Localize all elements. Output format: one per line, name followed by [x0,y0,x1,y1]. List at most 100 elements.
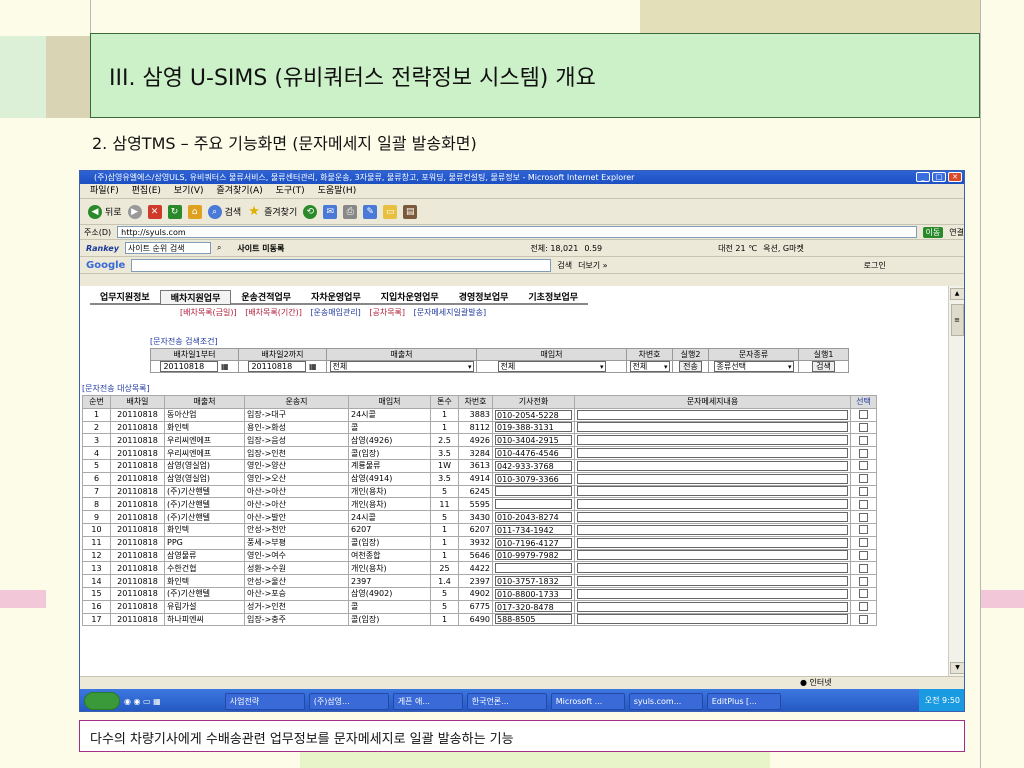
send-button[interactable]: 전송 [679,361,702,372]
driver-phone-input[interactable]: 010-8800-1733 [495,588,572,599]
folder-button[interactable]: ▭ [383,204,398,219]
select-checkbox[interactable] [859,589,868,599]
message-content-input[interactable] [577,614,848,625]
clock[interactable]: 오전 9:50 [925,696,960,705]
rankey-search-input[interactable]: 사이트 순위 검색 [124,242,211,254]
message-content-input[interactable] [577,422,848,433]
select-checkbox[interactable] [859,538,868,548]
nav-item-own-vehicle[interactable]: 자차운영업무 [301,290,371,305]
research-button[interactable]: ▤ [403,204,418,219]
msg-type-select[interactable]: 종류선택 [713,361,794,372]
menu-favorites[interactable]: 즐겨찾기(A) [216,186,262,196]
date-to-input[interactable]: 20110818 [248,361,307,372]
seller-select[interactable]: 전체 [329,361,474,372]
close-button[interactable]: ✕ [948,172,962,182]
select-checkbox[interactable] [859,486,868,496]
message-content-input[interactable] [577,409,848,420]
subnav-purchase[interactable]: [운송매입관리] [310,308,360,317]
mail-button[interactable]: ✉ [323,204,338,219]
forward-button[interactable]: ▶ [127,204,142,219]
rankey-search-icon[interactable]: ⌕ [217,243,221,253]
nav-item-quote[interactable]: 운송견적업무 [231,290,302,305]
links-button[interactable]: 연결 [949,227,964,238]
message-content-input[interactable] [577,550,848,561]
message-content-input[interactable] [577,499,848,510]
select-checkbox[interactable] [859,602,868,612]
calendar-icon[interactable]: ▦ [309,362,317,371]
message-content-input[interactable] [577,601,848,612]
task-0[interactable]: 사업전략 [224,692,305,710]
go-button[interactable]: 이동 [922,226,944,238]
driver-phone-input[interactable]: 019-388-3131 [495,422,572,433]
menu-view[interactable]: 보기(V) [174,186,204,196]
menu-edit[interactable]: 편집(E) [132,186,161,196]
message-content-input[interactable] [577,576,848,587]
buyer-select[interactable]: 전체 [497,361,606,372]
select-checkbox[interactable] [859,614,868,624]
scroll-up-icon[interactable]: ▲ [949,288,964,300]
select-checkbox[interactable] [859,461,868,471]
minimize-button[interactable]: _ [916,172,930,182]
start-button[interactable] [84,692,120,710]
message-content-input[interactable] [577,486,848,497]
select-checkbox[interactable] [859,410,868,420]
message-content-input[interactable] [577,448,848,459]
driver-phone-input[interactable]: 010-2043-8274 [495,512,572,523]
select-checkbox[interactable] [859,525,868,535]
driver-phone-input[interactable]: 010-9979-7982 [495,550,572,561]
back-button[interactable]: ◀ 뒤로 [88,204,122,219]
subnav-bulk-sms[interactable]: [문자메세지일괄발송] [414,308,486,317]
nav-item-management[interactable]: 경영정보업무 [448,290,519,305]
date-from-input[interactable]: 20110818 [160,361,219,372]
driver-phone-input[interactable] [495,563,572,574]
task-4[interactable]: Microsoft ... [550,692,625,710]
task-2[interactable]: 게픈 애... [392,692,463,710]
message-content-input[interactable] [577,512,848,523]
menu-help[interactable]: 도움말(H) [318,186,357,196]
select-checkbox[interactable] [859,550,868,560]
driver-phone-input[interactable] [495,486,572,497]
google-search-input[interactable] [131,258,552,272]
window-titlebar[interactable]: (주)삼영유엘에스/삼영ULS, 유비쿼터스 물류서비스, 물류센터관리, 화물… [80,171,964,184]
driver-phone-input[interactable]: 011-734-1942 [495,524,572,535]
message-content-input[interactable] [577,473,848,484]
driver-phone-input[interactable]: 010-3079-3366 [495,473,572,484]
task-5[interactable]: syuls.com... [628,692,703,710]
menu-file[interactable]: 파일(F) [90,186,119,196]
address-input[interactable]: http://syuls.com [117,226,917,238]
select-checkbox[interactable] [859,435,868,445]
maximize-button[interactable]: □ [932,172,946,182]
message-content-input[interactable] [577,435,848,446]
select-checkbox[interactable] [859,448,868,458]
menu-tools[interactable]: 도구(T) [276,186,305,196]
task-3[interactable]: 한국언론... [466,692,547,710]
scroll-thumb[interactable]: ≡ [950,304,964,336]
message-content-input[interactable] [577,524,848,535]
driver-phone-input[interactable]: 588-8505 [495,614,572,625]
search-button[interactable]: ⌕ 검색 [207,204,241,219]
edit-button[interactable]: ✎ [363,204,378,219]
google-search-button[interactable]: 검색 [557,260,572,271]
stop-button[interactable]: ✕ [147,204,162,219]
message-content-input[interactable] [577,588,848,599]
driver-phone-input[interactable]: 010-3757-1832 [495,576,572,587]
google-more-button[interactable]: 더보기 » [578,260,608,271]
nav-item-basic-info[interactable]: 기초정보업무 [518,290,589,305]
select-checkbox[interactable] [859,474,868,484]
home-button[interactable]: ⌂ [187,204,202,219]
nav-item-contract-vehicle[interactable]: 지입차운영업무 [370,290,449,305]
quicklaunch-icons[interactable]: ◉ ◉ ▭ ▦ [124,697,161,706]
print-button[interactable]: ⎙ [343,204,358,219]
driver-phone-input[interactable]: 010-7196-4127 [495,537,572,548]
refresh-button[interactable]: ↻ [167,204,182,219]
search-button-form[interactable]: 검색 [812,361,835,372]
task-6[interactable]: EditPlus [... [706,692,781,710]
task-1[interactable]: (주)삼영... [308,692,389,710]
rankey-market[interactable]: 옥션, G마켓 [763,243,804,254]
driver-phone-input[interactable]: 042-933-3768 [495,460,572,471]
message-content-input[interactable] [577,563,848,574]
favorites-button[interactable]: ★ 즐겨찾기 [247,204,297,219]
message-content-input[interactable] [577,460,848,471]
subnav-dispatch-today[interactable]: [배차목록(금일)] [180,308,237,317]
subnav-dispatch-period[interactable]: [배차목록(기간)] [245,308,302,317]
